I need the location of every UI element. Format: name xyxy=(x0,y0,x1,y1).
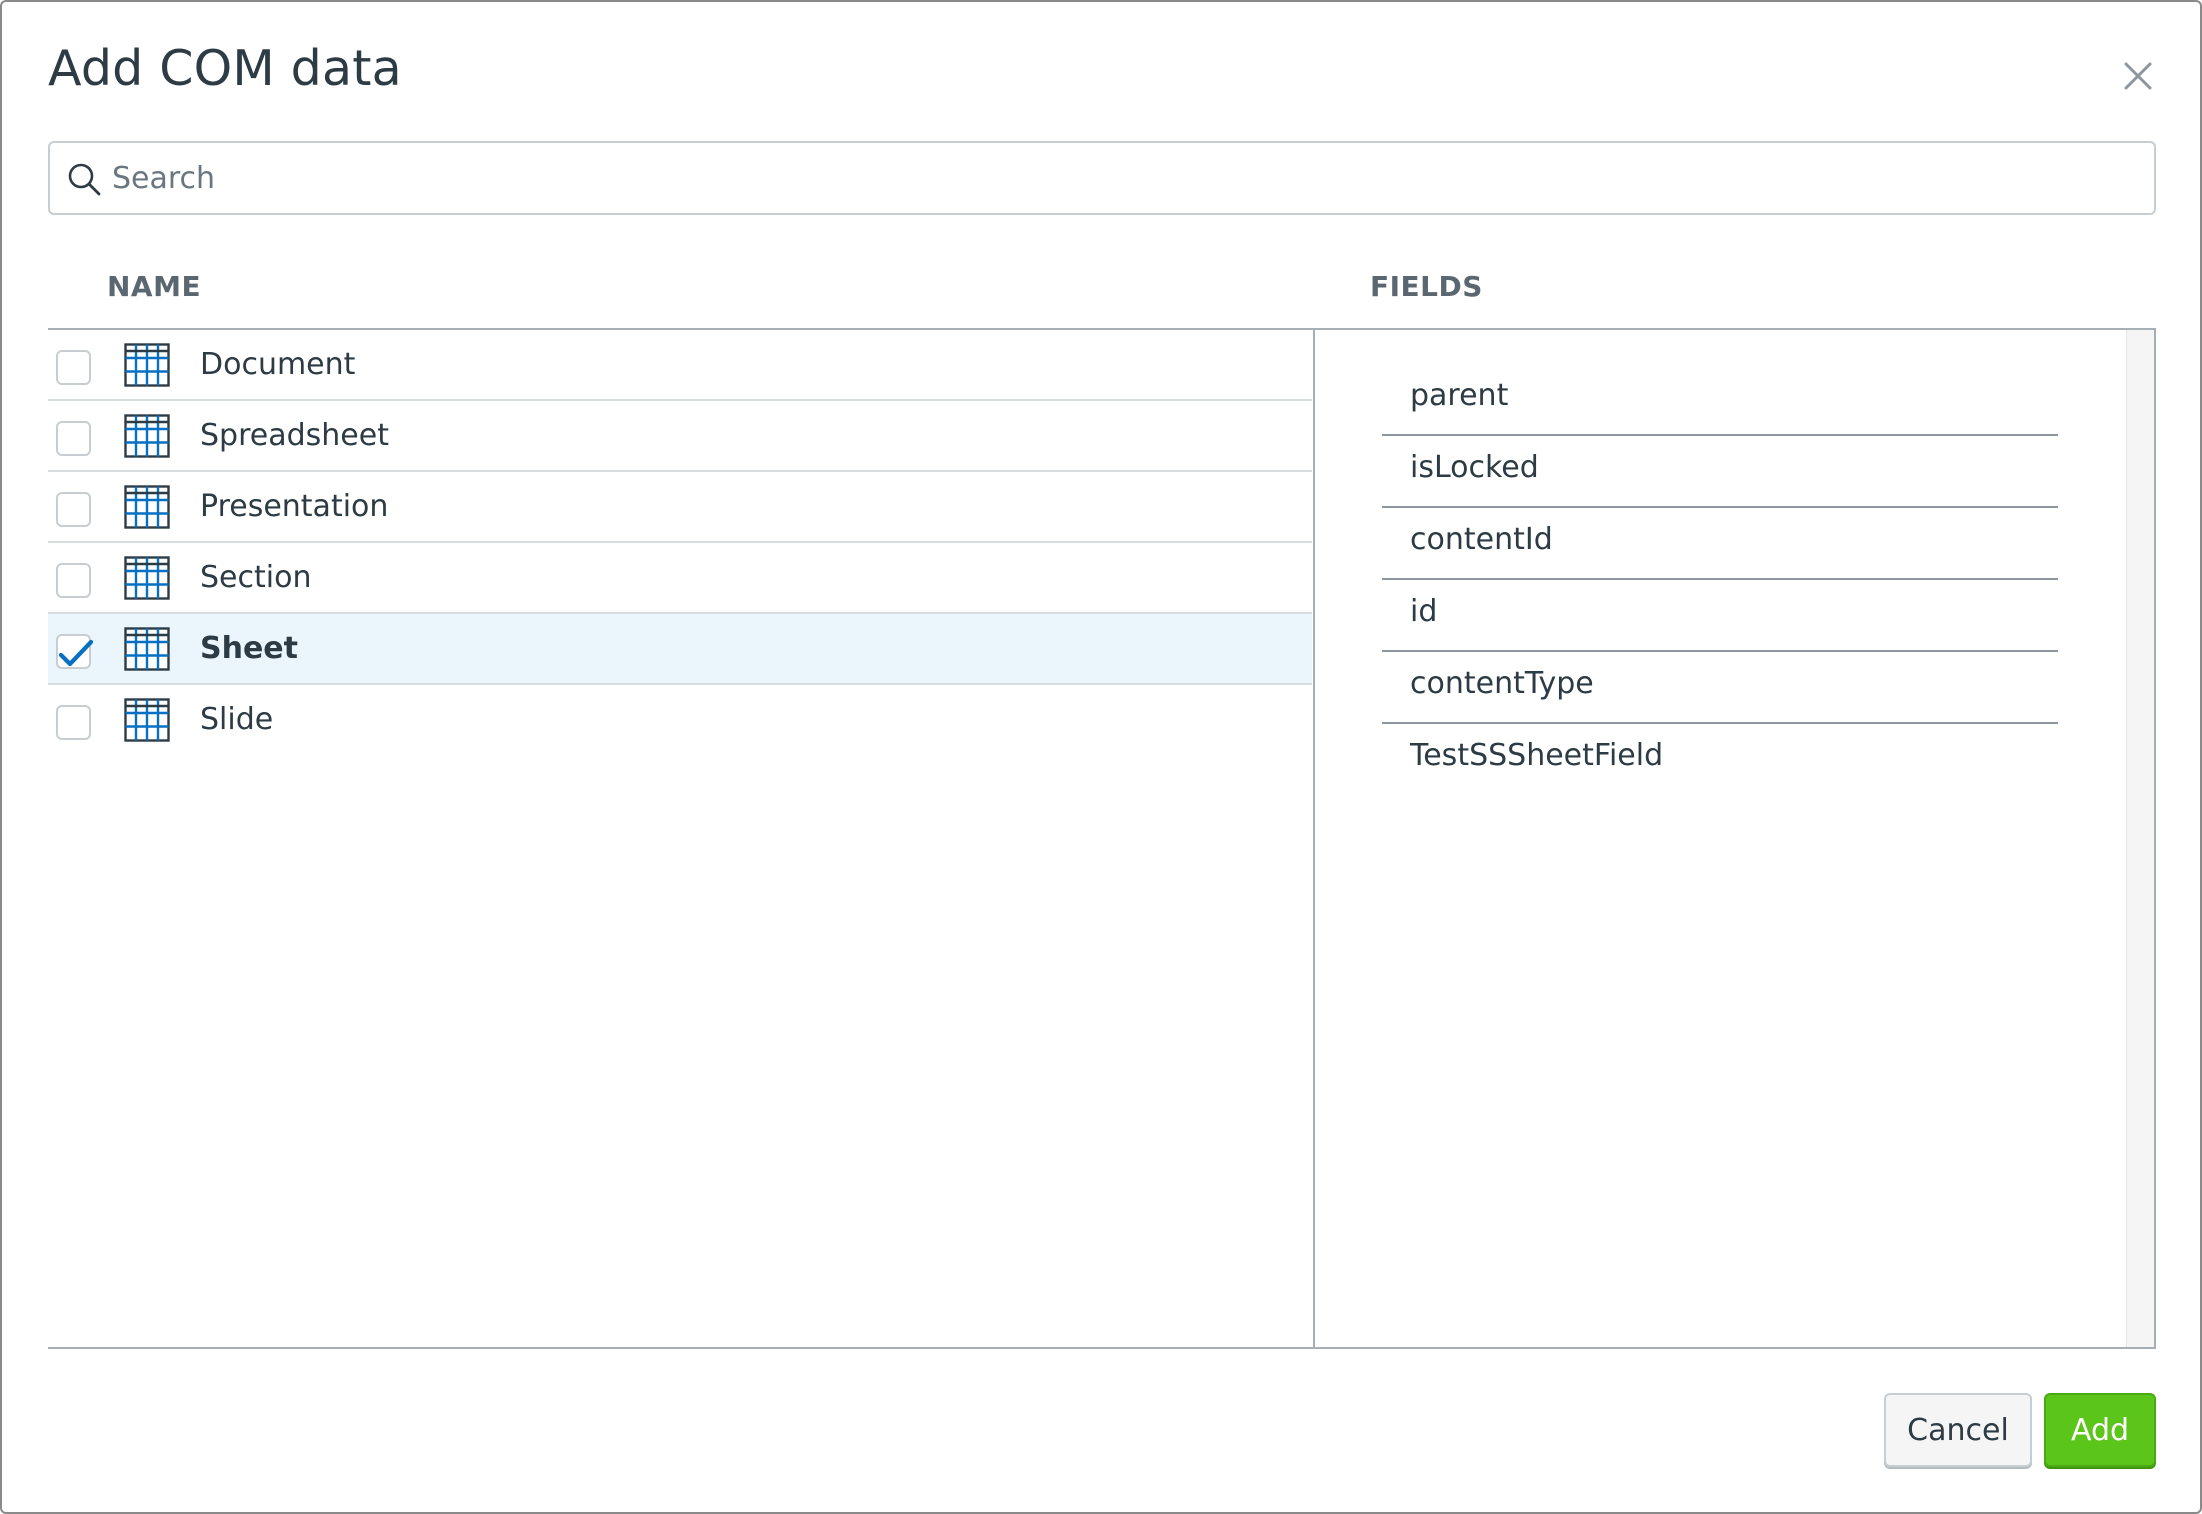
search-input[interactable] xyxy=(112,151,2112,205)
column-header-name: NAME xyxy=(107,270,202,303)
list-item-label: Slide xyxy=(200,702,274,737)
list-item[interactable]: Slide xyxy=(48,685,1312,756)
add-button[interactable]: Add xyxy=(2044,1393,2156,1467)
list-item-label: Sheet xyxy=(200,631,298,666)
field-item: contentId xyxy=(1382,508,2058,580)
table-icon xyxy=(124,556,170,600)
fields-scrollbar[interactable] xyxy=(2126,330,2154,1347)
cancel-button[interactable]: Cancel xyxy=(1884,1393,2032,1467)
name-list: Document Spreadsheet Presentation Section Sh… xyxy=(48,330,1312,756)
panel-divider xyxy=(1313,328,1315,1349)
table-icon xyxy=(124,627,170,671)
table-icon xyxy=(124,343,170,387)
column-header-fields: FIELDS xyxy=(1370,270,1483,303)
list-item[interactable]: Document xyxy=(48,330,1312,401)
search-icon xyxy=(66,161,102,197)
dialog-title: Add COM data xyxy=(48,40,402,97)
fields-list: parent isLocked contentId id contentType Test… xyxy=(1382,364,2058,796)
field-item: isLocked xyxy=(1382,436,2058,508)
list-item[interactable]: Presentation xyxy=(48,472,1312,543)
list-item[interactable]: Sheet xyxy=(48,614,1312,685)
search-box[interactable] xyxy=(48,141,2156,215)
checkmark-icon xyxy=(58,639,94,667)
list-item-label: Spreadsheet xyxy=(200,418,389,453)
table-icon xyxy=(124,698,170,742)
table-icon xyxy=(124,414,170,458)
close-icon[interactable] xyxy=(2118,56,2158,96)
list-item-label: Document xyxy=(200,347,356,382)
panel-bottom-border xyxy=(48,1347,2156,1349)
checkbox[interactable] xyxy=(56,421,91,456)
add-com-data-dialog: Add COM data NAME FIELDS Document Spreads… xyxy=(0,0,2202,1514)
checkbox[interactable] xyxy=(56,634,94,669)
list-item[interactable]: Section xyxy=(48,543,1312,614)
field-item: id xyxy=(1382,580,2058,652)
field-item: parent xyxy=(1382,364,2058,436)
checkbox[interactable] xyxy=(56,705,91,740)
list-item[interactable]: Spreadsheet xyxy=(48,401,1312,472)
field-item: contentType xyxy=(1382,652,2058,724)
panel-right-border xyxy=(2154,328,2156,1349)
checkbox[interactable] xyxy=(56,350,91,385)
field-item: TestSSSheetField xyxy=(1410,738,1664,773)
list-item-label: Presentation xyxy=(200,489,389,524)
table-icon xyxy=(124,485,170,529)
checkbox[interactable] xyxy=(56,492,91,527)
checkbox[interactable] xyxy=(56,563,91,598)
list-item-label: Section xyxy=(200,560,312,595)
